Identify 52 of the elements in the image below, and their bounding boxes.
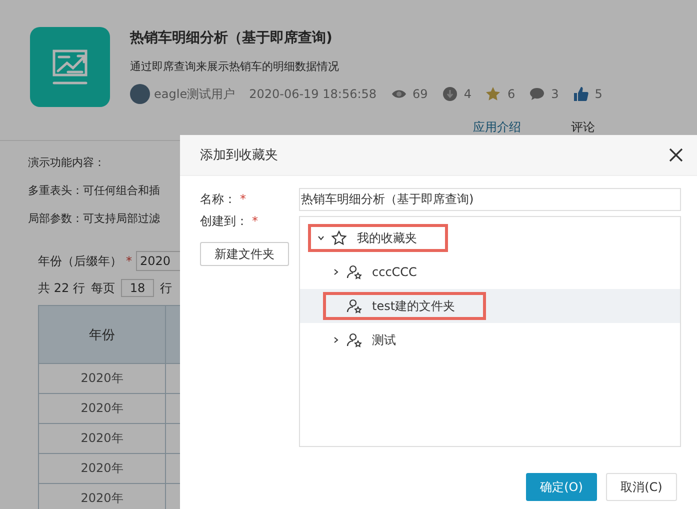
cancel-button[interactable]: 取消(C): [606, 473, 677, 501]
row-count: 共 22 行: [38, 280, 85, 296]
field-label: 创建到：: [200, 212, 248, 230]
table-cell: 2020年: [38, 424, 166, 454]
name-field[interactable]: 热销车明细分析（基于即席查询): [299, 188, 681, 211]
filter-label: 年份（后缀年）: [38, 252, 122, 270]
table-cell: 2020年: [38, 394, 166, 424]
avatar: [130, 84, 150, 104]
folder-name: 测试: [372, 332, 396, 348]
thumbs-up-icon: [572, 86, 589, 102]
tree-row[interactable]: 测试: [300, 323, 680, 357]
field-label: 名称：: [200, 190, 236, 208]
download-icon: [442, 86, 458, 102]
stat-count: 69: [412, 87, 428, 101]
new-folder-button[interactable]: 新建文件夹: [200, 242, 289, 266]
per-page-label: 每页: [90, 280, 115, 296]
tree-row[interactable]: cccCCC: [300, 255, 680, 289]
required-mark: *: [126, 254, 132, 268]
comment-icon: [529, 86, 546, 102]
stat-count: 4: [464, 87, 472, 101]
required-mark: *: [240, 192, 246, 206]
year-select[interactable]: 2020: [136, 251, 182, 271]
rows-unit: 行: [160, 280, 172, 296]
user-star-icon: [346, 264, 362, 280]
table-cell: 2020年: [38, 364, 166, 394]
description-text: 局部参数：可支持局部过滤: [28, 211, 160, 227]
required-mark: *: [252, 214, 258, 228]
description-text: 演示功能内容：: [28, 155, 105, 171]
folder-name: cccCCC: [372, 265, 417, 279]
folder-name: 我的收藏夹: [357, 230, 417, 246]
publish-date: 2020-06-19 18:56:58: [249, 87, 377, 101]
close-icon[interactable]: [669, 148, 683, 162]
app-title: 热销车明细分析（基于即席查询): [130, 29, 334, 47]
tree-row[interactable]: 我的收藏夹: [300, 221, 680, 255]
folder-name: test建的文件夹: [372, 298, 456, 314]
user-star-icon: [346, 298, 362, 314]
folder-tree[interactable]: 我的收藏夹 cccCCC test建的文件夹 测试: [299, 216, 681, 447]
author-name[interactable]: eagle测试用户: [154, 86, 236, 102]
description-text: 多重表头：可任何组合和插: [28, 183, 160, 199]
stat-count: 5: [594, 87, 602, 101]
tree-row[interactable]: test建的文件夹: [300, 289, 680, 323]
stat-count: 3: [551, 87, 559, 101]
column-header: 年份: [38, 306, 166, 364]
table-cell: 2020年: [38, 454, 166, 484]
stat-count: 6: [507, 87, 516, 101]
per-page-field[interactable]: 18: [120, 279, 154, 297]
table-cell: 2020年: [38, 484, 166, 509]
app-description: 通过即席查询来展示热销车的明细数据情况: [130, 59, 340, 74]
dialog-title: 添加到收藏夹: [200, 147, 278, 164]
star-icon: [485, 86, 502, 102]
star-icon: [331, 230, 347, 246]
user-star-icon: [346, 332, 362, 348]
